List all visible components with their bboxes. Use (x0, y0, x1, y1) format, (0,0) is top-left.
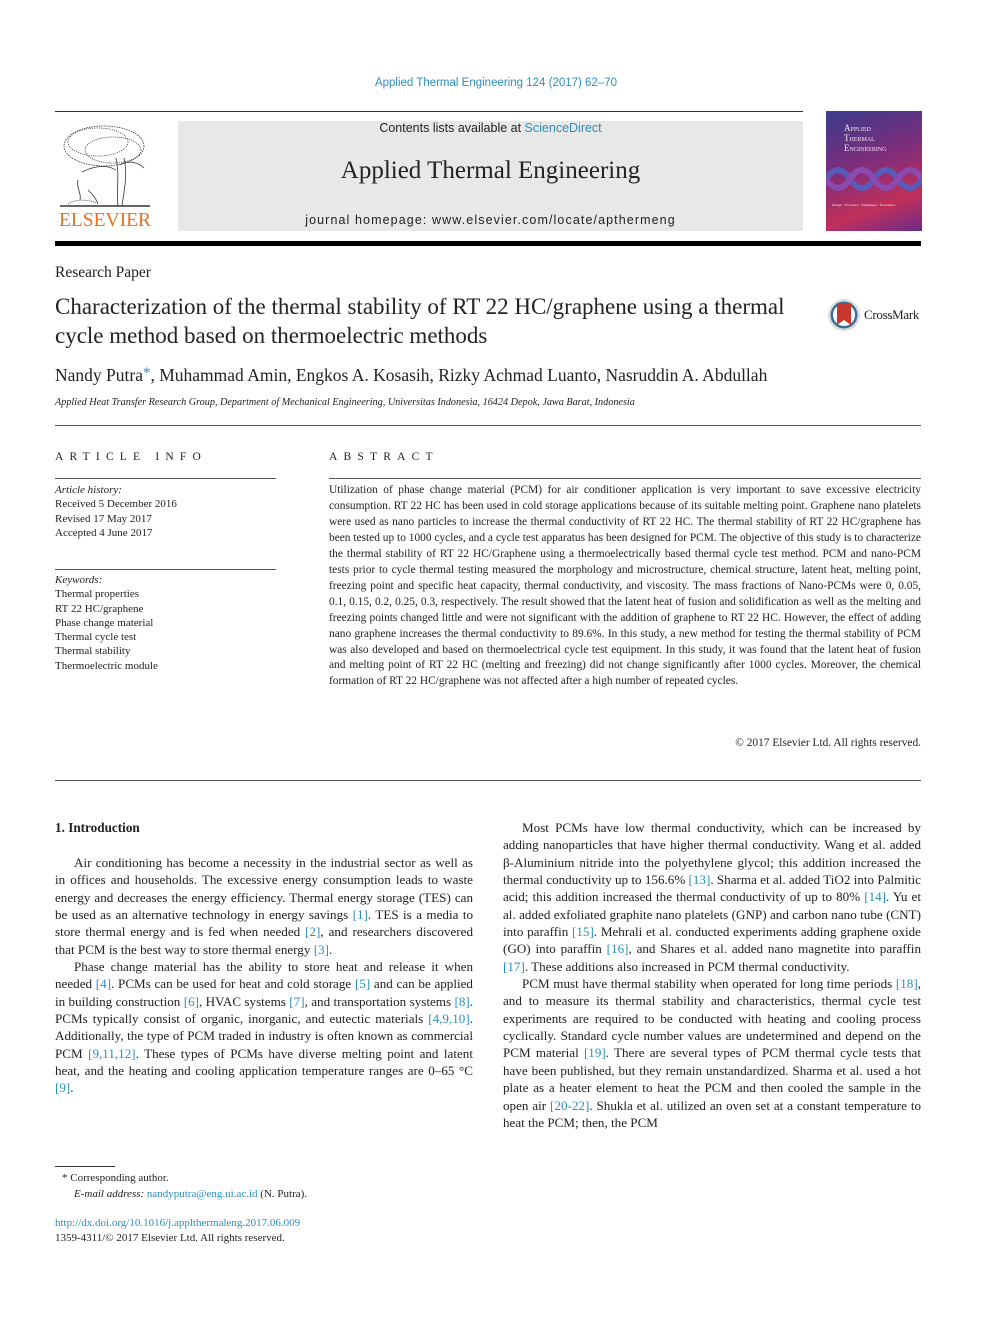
citation-link[interactable]: [3] (314, 942, 329, 957)
citation-link[interactable]: [9] (55, 1080, 70, 1095)
history-label: Article history: (55, 484, 122, 496)
crossmark-icon (828, 299, 860, 331)
body-column-right: Most PCMs have low thermal conductivity,… (503, 819, 921, 1131)
crossmark-label: CrossMark (864, 307, 920, 322)
keyword: Thermal stability (55, 645, 131, 658)
citation-link[interactable]: [18] (896, 976, 918, 991)
contents-line: Contents lists available at ScienceDirec… (178, 121, 803, 135)
sciencedirect-link[interactable]: ScienceDirect (525, 121, 602, 135)
history-item: Revised 17 May 2017 (55, 512, 152, 525)
section-rule (55, 425, 921, 426)
email-note: E-mail address: nandyputra@eng.ui.ac.id … (55, 1186, 307, 1202)
keyword: Phase change material (55, 616, 154, 629)
corresponding-label: Corresponding author. (70, 1172, 169, 1184)
doi-block: http://dx.doi.org/10.1016/j.applthermale… (55, 1216, 300, 1246)
keyword: Thermal properties (55, 588, 139, 601)
homepage-prefix: journal homepage: (305, 213, 433, 227)
history-item: Received 5 December 2016 (55, 498, 177, 511)
author-name[interactable]: Nandy Putra (55, 365, 143, 385)
cover-title: Applied Thermal Engineering (844, 123, 887, 153)
header-rule (55, 111, 803, 112)
article-info-heading: ARTICLE INFO (55, 451, 207, 463)
footnotes: * Corresponding author. E-mail address: … (55, 1170, 307, 1202)
citation-link[interactable]: [6] (184, 994, 199, 1009)
section-rule (55, 780, 921, 781)
keyword: Thermal cycle test (55, 631, 137, 644)
cover-title-line: Engineering (844, 143, 887, 153)
cover-subtitle: Design · Processes · Equipment · Economi… (832, 203, 896, 207)
citation-link[interactable]: [1] (353, 907, 368, 922)
doi-link[interactable]: http://dx.doi.org/10.1016/j.applthermale… (55, 1216, 300, 1231)
citation-link[interactable]: [4,9,10] (428, 1011, 469, 1026)
header-thick-rule (55, 241, 921, 246)
citation-link[interactable]: [17] (503, 959, 525, 974)
article-info-rule (55, 478, 276, 479)
keyword: Thermoelectric module (55, 659, 158, 672)
author-names-rest: , Muhammad Amin, Engkos A. Kosasih, Rizk… (150, 365, 768, 385)
journal-homepage: journal homepage: www.elsevier.com/locat… (178, 213, 803, 227)
citation-link[interactable]: [4] (96, 976, 111, 991)
article-type: Research Paper (55, 264, 151, 281)
cover-title-line: Applied (844, 123, 871, 133)
keywords-list: Keywords: Thermal properties RT 22 HC/gr… (55, 573, 285, 673)
citation-link[interactable]: [9,11,12] (88, 1046, 136, 1061)
elsevier-tree-icon (58, 120, 152, 210)
body-paragraph: Most PCMs have low thermal conductivity,… (503, 820, 921, 974)
affiliation: Applied Heat Transfer Research Group, De… (55, 397, 635, 408)
citation-link[interactable]: [19] (584, 1045, 606, 1060)
citation-link[interactable]: [16] (607, 941, 629, 956)
article-title: Characterization of the thermal stabilit… (55, 294, 785, 348)
email-suffix: (N. Putra). (257, 1188, 308, 1200)
citation-link[interactable]: [5] (355, 976, 370, 991)
citation-link[interactable]: [14] (864, 889, 886, 904)
citation-link[interactable]: [20-22] (550, 1098, 589, 1113)
issn-line: 1359-4311/© 2017 Elsevier Ltd. All right… (55, 1232, 285, 1244)
journal-cover-image[interactable]: Applied Thermal Engineering Design · Pro… (826, 111, 922, 231)
keywords-label: Keywords: (55, 574, 103, 586)
elsevier-wordmark: ELSEVIER (58, 210, 152, 231)
corresponding-author-note: * Corresponding author. (55, 1170, 307, 1186)
citation-link[interactable]: [8] (454, 994, 469, 1009)
contents-prefix: Contents lists available at (379, 121, 525, 135)
citation-link[interactable]: [15] (572, 924, 594, 939)
homepage-url-link[interactable]: www.elsevier.com/locate/apthermeng (432, 213, 676, 227)
email-label: E-mail address: (74, 1188, 147, 1200)
section-heading: 1. Introduction (55, 820, 140, 835)
elsevier-logo[interactable]: ELSEVIER (54, 120, 156, 232)
body-column-left: Air conditioning has become a necessity … (55, 854, 473, 1097)
cover-wave-graphic (826, 167, 922, 191)
journal-title: Applied Thermal Engineering (340, 157, 641, 184)
keyword: RT 22 HC/graphene (55, 602, 144, 615)
crossmark-button[interactable]: CrossMark (827, 297, 927, 333)
abstract-copyright: © 2017 Elsevier Ltd. All rights reserved… (735, 737, 921, 749)
footnote-marker: * (62, 1172, 68, 1184)
cover-title-line: Thermal (844, 133, 875, 143)
footnote-rule (55, 1166, 115, 1167)
abstract-rule (329, 478, 921, 479)
history-item: Accepted 4 June 2017 (55, 526, 153, 539)
abstract-heading: ABSTRACT (329, 451, 439, 463)
body-paragraph: Phase change material has the ability to… (55, 959, 474, 1096)
journal-reference-link[interactable]: Applied Thermal Engineering 124 (2017) 6… (0, 77, 992, 89)
article-history: Article history: Received 5 December 201… (55, 483, 285, 540)
body-paragraph: Air conditioning has become a necessity … (55, 855, 474, 957)
citation-link[interactable]: [7] (289, 994, 304, 1009)
author-list: Nandy Putra*, Muhammad Amin, Engkos A. K… (55, 365, 767, 386)
abstract-text: Utilization of phase change material (PC… (329, 484, 921, 688)
keywords-rule (55, 569, 276, 570)
body-paragraph: PCM must have thermal stability when ope… (503, 976, 922, 1130)
email-link[interactable]: nandyputra@eng.ui.ac.id (147, 1188, 258, 1200)
citation-link[interactable]: [13] (689, 872, 711, 887)
citation-link[interactable]: [2] (305, 924, 320, 939)
